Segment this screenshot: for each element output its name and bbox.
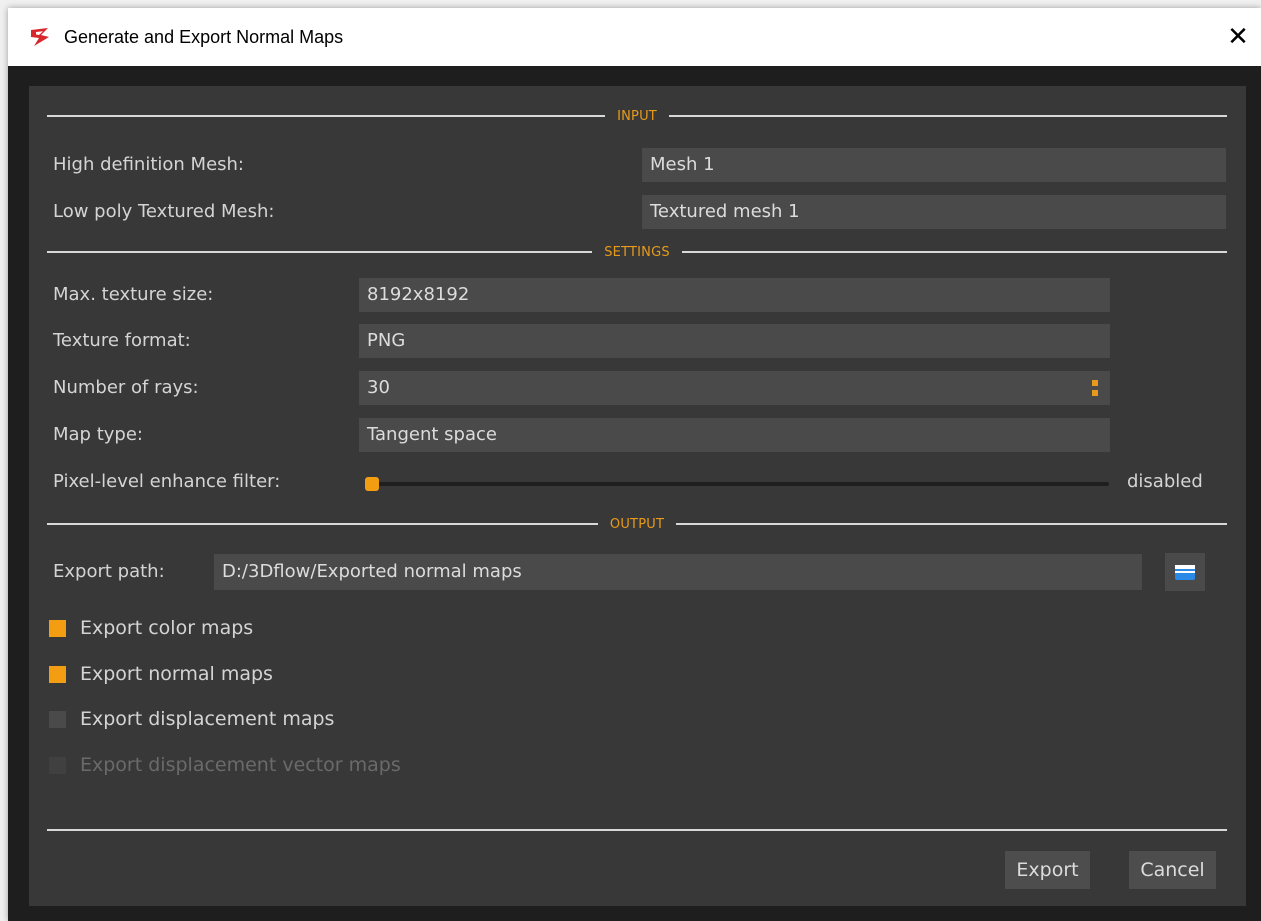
spin-arrows-icon[interactable] — [1092, 380, 1098, 396]
title-bar: Generate and Export Normal Maps ✕ — [8, 8, 1261, 66]
enhance-filter-value: disabled — [1127, 471, 1203, 492]
number-of-rays-label: Number of rays: — [53, 377, 199, 398]
number-of-rays-spinbox[interactable]: 30 — [359, 371, 1110, 405]
cancel-button[interactable]: Cancel — [1129, 851, 1216, 889]
settings-section-header: SETTINGS — [47, 244, 1228, 260]
checkbox-label: Export displacement maps — [80, 708, 335, 730]
dialog-content: INPUT High definition Mesh: Mesh 1 Low p… — [29, 86, 1246, 906]
input-section-header: INPUT — [47, 108, 1228, 124]
max-texture-size-label: Max. texture size: — [53, 284, 214, 305]
output-section-title: OUTPUT — [609, 516, 665, 532]
number-of-rays-value: 30 — [367, 377, 390, 398]
export-button[interactable]: Export — [1005, 851, 1090, 889]
export-color-maps-checkbox[interactable]: Export color maps — [49, 616, 253, 640]
export-path-input[interactable]: D:/3Dflow/Exported normal maps — [214, 554, 1142, 590]
divider — [681, 251, 1228, 253]
close-button[interactable]: ✕ — [1215, 8, 1261, 66]
divider — [47, 523, 598, 525]
low-poly-mesh-label: Low poly Textured Mesh: — [53, 201, 275, 222]
high-def-mesh-field[interactable]: Mesh 1 — [642, 148, 1226, 182]
divider — [47, 115, 606, 117]
divider — [668, 115, 1228, 117]
enhance-filter-slider-thumb[interactable] — [365, 477, 379, 491]
settings-section-title: SETTINGS — [604, 244, 670, 260]
texture-format-dropdown[interactable]: PNG — [359, 324, 1110, 358]
checkbox-label: Export displacement vector maps — [80, 754, 401, 776]
folder-icon — [1175, 565, 1195, 580]
export-displacement-vector-maps-checkbox: Export displacement vector maps — [49, 753, 401, 777]
high-def-mesh-label: High definition Mesh: — [53, 154, 244, 175]
browse-folder-button[interactable] — [1165, 553, 1205, 591]
input-section-title: INPUT — [617, 108, 657, 124]
map-type-label: Map type: — [53, 424, 143, 445]
checkbox-box — [49, 756, 66, 774]
map-type-dropdown[interactable]: Tangent space — [359, 418, 1110, 452]
checkbox-box[interactable] — [49, 619, 66, 637]
checkbox-box[interactable] — [49, 710, 66, 728]
checkbox-label: Export color maps — [80, 617, 254, 639]
export-path-label: Export path: — [53, 561, 165, 582]
low-poly-mesh-field[interactable]: Textured mesh 1 — [642, 195, 1226, 229]
divider — [47, 251, 593, 253]
footer-divider — [47, 829, 1227, 831]
enhance-filter-label: Pixel-level enhance filter: — [53, 471, 281, 492]
texture-format-label: Texture format: — [53, 330, 191, 351]
checkbox-label: Export normal maps — [80, 663, 273, 685]
window-title: Generate and Export Normal Maps — [64, 26, 344, 47]
enhance-filter-slider-track[interactable] — [365, 482, 1109, 486]
export-normal-maps-checkbox[interactable]: Export normal maps — [49, 662, 273, 686]
export-displacement-maps-checkbox[interactable]: Export displacement maps — [49, 707, 334, 731]
output-section-header: OUTPUT — [47, 516, 1227, 532]
close-icon: ✕ — [1227, 22, 1249, 52]
divider — [676, 523, 1227, 525]
max-texture-size-dropdown[interactable]: 8192x8192 — [359, 278, 1110, 312]
dialog-window: Generate and Export Normal Maps ✕ INPUT … — [8, 8, 1261, 921]
3dflow-logo-icon — [31, 28, 49, 46]
checkbox-box[interactable] — [49, 665, 66, 683]
